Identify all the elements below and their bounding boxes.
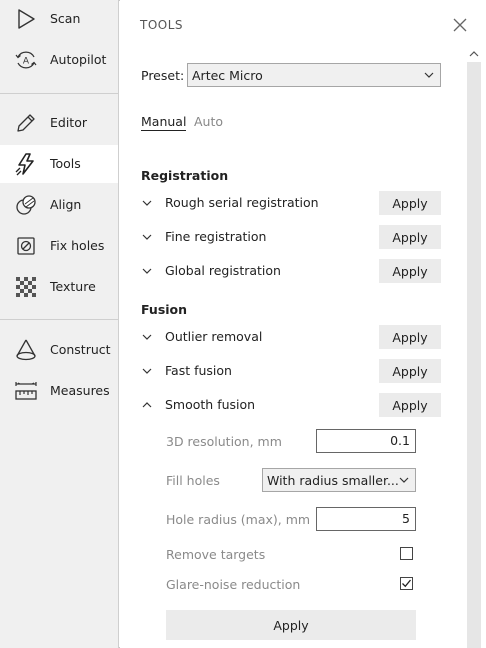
chevron-down-icon[interactable] — [142, 198, 152, 208]
chevron-down-icon — [424, 72, 434, 78]
svg-text:A: A — [23, 57, 30, 67]
sidebar-item-label: Fix holes — [50, 238, 105, 253]
resolution-label: 3D resolution, mm — [166, 434, 282, 449]
lightning-icon — [15, 153, 34, 176]
remove-targets-checkbox[interactable] — [400, 547, 413, 560]
sidebar-item-texture[interactable]: Texture — [0, 268, 118, 306]
hole-radius-label: Hole radius (max), mm — [166, 512, 311, 527]
scroll-up-arrow-icon[interactable] — [467, 46, 481, 62]
sidebar-item-label: Measures — [50, 383, 110, 398]
tool-row-global-registration: Global registration Apply — [140, 259, 441, 283]
section-title-registration: Registration — [141, 168, 229, 183]
close-icon[interactable] — [452, 17, 468, 33]
chevron-down-icon[interactable] — [142, 266, 152, 276]
tool-row-rough-serial-registration: Rough serial registration Apply — [140, 191, 441, 215]
fill-holes-select[interactable]: With radius smaller... — [262, 468, 416, 492]
tool-row-fast-fusion: Fast fusion Apply — [140, 359, 441, 383]
sidebar-item-construct[interactable]: Construct — [0, 331, 118, 369]
fix-holes-icon — [17, 237, 35, 255]
sidebar-item-label: Align — [50, 197, 82, 212]
apply-button[interactable]: Apply — [379, 225, 441, 249]
texture-checker-icon — [16, 277, 36, 297]
chevron-down-icon — [399, 477, 409, 483]
resolution-input[interactable]: 0.1 — [316, 429, 416, 453]
tool-row-smooth-fusion: Smooth fusion Apply — [140, 393, 441, 417]
pencil-icon — [17, 114, 35, 132]
sidebar-item-label: Construct — [50, 342, 111, 357]
apply-button[interactable]: Apply — [379, 259, 441, 283]
tool-label: Fine registration — [165, 229, 267, 244]
cone-icon — [16, 339, 36, 361]
tool-row-fine-registration: Fine registration Apply — [140, 225, 441, 249]
sidebar-divider — [0, 93, 118, 94]
hole-radius-input[interactable]: 5 — [316, 507, 416, 531]
tab-auto[interactable]: Auto — [194, 114, 223, 129]
sidebar-item-label: Autopilot — [50, 52, 107, 67]
section-title-fusion: Fusion — [141, 302, 188, 317]
sidebar-item-scan[interactable]: Scan — [0, 0, 118, 38]
preset-select-value: Artec Micro — [192, 67, 263, 83]
sidebar-item-autopilot[interactable]: A Autopilot — [0, 41, 118, 79]
chevron-up-icon[interactable] — [142, 400, 152, 410]
tool-label: Fast fusion — [165, 363, 232, 378]
fill-holes-select-value: With radius smaller... — [267, 472, 399, 488]
autopilot-icon: A — [15, 51, 37, 69]
sidebar-item-label: Tools — [50, 156, 81, 171]
sidebar-item-label: Texture — [50, 279, 96, 294]
chevron-down-icon[interactable] — [142, 232, 152, 242]
fill-holes-label: Fill holes — [166, 473, 220, 488]
ruler-icon — [15, 382, 37, 400]
sidebar: Scan A Autopilot Editor Tools Align Fix … — [0, 0, 119, 648]
sidebar-item-fix-holes[interactable]: Fix holes — [0, 227, 118, 265]
sidebar-item-tools[interactable]: Tools — [0, 145, 118, 183]
tab-manual[interactable]: Manual — [141, 114, 187, 131]
tool-label: Global registration — [165, 263, 281, 278]
preset-select[interactable]: Artec Micro — [187, 63, 441, 87]
tool-label: Rough serial registration — [165, 195, 319, 210]
sidebar-item-editor[interactable]: Editor — [0, 104, 118, 142]
apply-button[interactable]: Apply — [379, 325, 441, 349]
sidebar-divider — [0, 319, 118, 320]
apply-button[interactable]: Apply — [379, 191, 441, 215]
scrollbar-thumb[interactable] — [467, 62, 481, 648]
sidebar-item-label: Scan — [50, 11, 81, 26]
preset-label: Preset: — [141, 68, 185, 83]
apply-button[interactable]: Apply — [379, 359, 441, 383]
tool-label: Outlier removal — [165, 329, 263, 344]
panel-title: TOOLS — [140, 18, 184, 32]
tool-row-outlier-removal: Outlier removal Apply — [140, 325, 441, 349]
sidebar-item-label: Editor — [50, 115, 87, 130]
align-icon — [16, 195, 36, 215]
chevron-down-icon[interactable] — [142, 366, 152, 376]
remove-targets-label: Remove targets — [166, 547, 266, 562]
apply-button[interactable]: Apply — [379, 393, 441, 417]
sidebar-item-measures[interactable]: Measures — [0, 372, 118, 410]
tools-panel: TOOLS Preset: Artec Micro Manual Auto Re… — [120, 0, 486, 648]
tool-label: Smooth fusion — [165, 397, 256, 412]
smooth-fusion-apply-button[interactable]: Apply — [166, 610, 416, 640]
glare-noise-label: Glare-noise reduction — [166, 577, 301, 592]
glare-noise-checkbox[interactable] — [400, 577, 413, 590]
checkmark-icon — [402, 579, 412, 588]
play-triangle-icon — [18, 9, 35, 29]
sidebar-item-align[interactable]: Align — [0, 186, 118, 224]
chevron-down-icon[interactable] — [142, 332, 152, 342]
